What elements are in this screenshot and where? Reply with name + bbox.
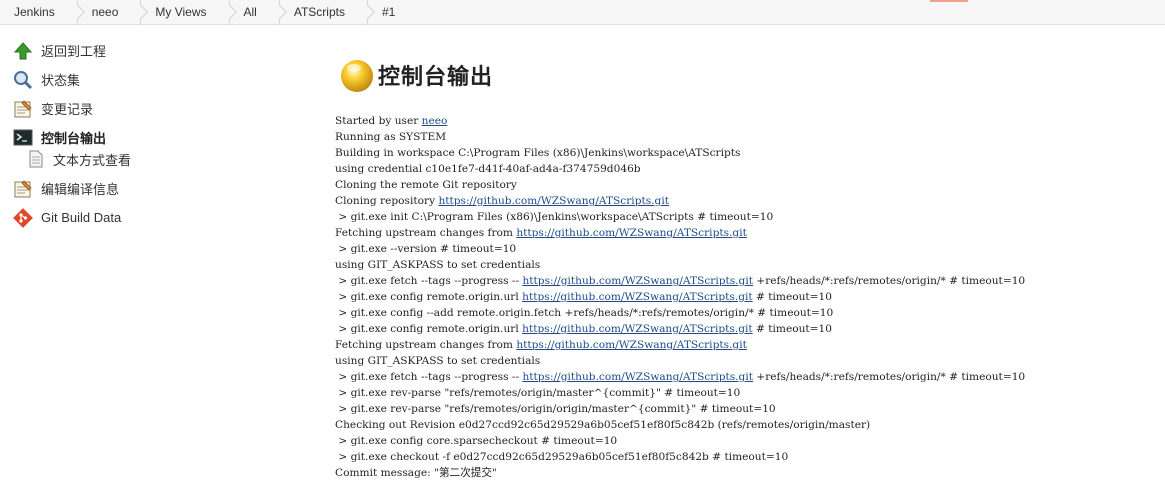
console-text: Building in workspace C:\Program Files (… xyxy=(335,147,741,159)
console-text: > git.exe config --add remote.origin.fet… xyxy=(335,307,834,319)
console-text: Started by user xyxy=(335,115,422,127)
breadcrumb-separator[interactable] xyxy=(140,0,142,25)
yellow-ball-icon xyxy=(339,57,375,93)
task-edit-build-info[interactable]: 编辑编译信息 xyxy=(0,174,260,203)
breadcrumb-separator[interactable] xyxy=(228,0,230,25)
console-link[interactable]: https://github.com/WZSwang/ATScripts.git xyxy=(522,275,753,287)
console-text: > git.exe fetch --tags --progress -- xyxy=(335,371,523,383)
console-link[interactable]: https://github.com/WZSwang/ATScripts.git xyxy=(516,339,747,351)
document-icon xyxy=(28,149,44,169)
console-text: > git.exe config core.sparsecheckout # t… xyxy=(335,435,618,447)
breadcrumb-link-my-views[interactable]: My Views xyxy=(141,5,206,19)
task-git-build-data[interactable]: Git Build Data xyxy=(0,203,260,232)
breadcrumb-separator[interactable] xyxy=(278,0,280,25)
task-label[interactable]: Git Build Data xyxy=(41,210,121,225)
terminal-icon xyxy=(13,128,33,148)
console-text: Running as SYSTEM xyxy=(335,131,447,143)
console-text: Fetching upstream changes from xyxy=(335,339,517,351)
console-text: Cloning repository xyxy=(335,195,439,207)
console-text: > git.exe rev-parse "refs/remotes/origin… xyxy=(335,403,776,415)
task-label[interactable]: 返回到工程 xyxy=(41,41,106,60)
console-link[interactable]: https://github.com/WZSwang/ATScripts.git xyxy=(522,371,753,383)
console-line: > git.exe config --add remote.origin.fet… xyxy=(335,305,1155,321)
console-text: # timeout=10 xyxy=(752,291,833,303)
magnifier-icon xyxy=(13,70,33,90)
task-back-to-project[interactable]: 返回到工程 xyxy=(0,36,260,65)
console-text: > git.exe config remote.origin.url xyxy=(335,323,523,335)
console-line: Started by user neeo xyxy=(335,113,1155,129)
main-panel: 控制台输出 Started by user neeo Running as SYS… xyxy=(335,55,1155,479)
console-text: Cloning the remote Git repository xyxy=(335,179,517,191)
breadcrumb-separator[interactable] xyxy=(76,0,78,25)
console-line: > git.exe config core.sparsecheckout # t… xyxy=(335,433,1155,449)
console-link[interactable]: https://github.com/WZSwang/ATScripts.git xyxy=(522,323,753,335)
breadcrumb-item[interactable]: neeo xyxy=(78,0,142,25)
console-line: Fetching upstream changes from https://g… xyxy=(335,337,1155,353)
console-link[interactable]: https://github.com/WZSwang/ATScripts.git xyxy=(438,195,669,207)
console-text: using GIT_ASKPASS to set credentials xyxy=(335,259,541,271)
task-label[interactable]: 编辑编译信息 xyxy=(41,179,119,198)
console-text: > git.exe --version # timeout=10 xyxy=(335,243,517,255)
side-panel: 返回到工程 状态集 变更记录 控制台输出 文本方式查看 编辑编译信息 Git B… xyxy=(0,36,260,232)
task-label[interactable]: 变更记录 xyxy=(41,99,93,118)
console-text: > git.exe init C:\Program Files (x86)\Je… xyxy=(335,211,774,223)
page-heading: 控制台输出 xyxy=(339,55,1155,95)
console-line: Fetching upstream changes from https://g… xyxy=(335,225,1155,241)
console-line: > git.exe init C:\Program Files (x86)\Je… xyxy=(335,209,1155,225)
console-line: > git.exe config remote.origin.url https… xyxy=(335,321,1155,337)
breadcrumb-item[interactable]: All xyxy=(230,0,280,25)
console-line: > git.exe rev-parse "refs/remotes/origin… xyxy=(335,385,1155,401)
git-icon xyxy=(13,207,33,228)
console-text: Checking out Revision e0d27ccd92c65d2952… xyxy=(335,419,871,431)
console-link[interactable]: https://github.com/WZSwang/ATScripts.git xyxy=(516,227,747,239)
console-line: using credential c10e1fe7-d41f-40af-ad4a… xyxy=(335,161,1155,177)
breadcrumb-accent-line xyxy=(930,0,968,2)
console-line: > git.exe checkout -f e0d27ccd92c65d2952… xyxy=(335,449,1155,465)
task-status[interactable]: 状态集 xyxy=(0,65,260,94)
console-text: +refs/heads/*:refs/remotes/origin/* # ti… xyxy=(752,371,1026,383)
console-text: > git.exe fetch --tags --progress -- xyxy=(335,275,523,287)
breadcrumb-item[interactable]: Jenkins xyxy=(0,0,78,25)
console-line: Checking out Revision e0d27ccd92c65d2952… xyxy=(335,417,1155,433)
task-label[interactable]: 状态集 xyxy=(41,70,80,89)
console-output: Started by user neeo Running as SYSTEM Bui… xyxy=(335,113,1155,481)
console-line: using GIT_ASKPASS to set credentials xyxy=(335,257,1155,273)
console-text: Fetching upstream changes from xyxy=(335,227,517,239)
console-text: > git.exe config remote.origin.url xyxy=(335,291,523,303)
breadcrumb: Jenkins neeo My Views All ATScripts #1 xyxy=(0,0,1165,25)
console-line: Cloning repository https://github.com/WZ… xyxy=(335,193,1155,209)
console-text: # timeout=10 xyxy=(752,323,833,335)
task-changes[interactable]: 变更记录 xyxy=(0,94,260,123)
console-line: > git.exe fetch --tags --progress -- htt… xyxy=(335,273,1155,289)
console-text: using credential c10e1fe7-d41f-40af-ad4a… xyxy=(335,163,641,175)
console-line: Running as SYSTEM xyxy=(335,129,1155,145)
console-line: > git.exe --version # timeout=10 xyxy=(335,241,1155,257)
breadcrumb-separator[interactable] xyxy=(366,0,368,25)
console-line: > git.exe config remote.origin.url https… xyxy=(335,289,1155,305)
breadcrumb-item[interactable]: ATScripts xyxy=(280,0,368,25)
console-link[interactable]: https://github.com/WZSwang/ATScripts.git xyxy=(522,291,753,303)
notepad-icon xyxy=(13,99,33,119)
console-line: > git.exe rev-parse "refs/remotes/origin… xyxy=(335,401,1155,417)
console-link[interactable]: neeo xyxy=(422,115,448,127)
console-text: > git.exe rev-parse "refs/remotes/origin… xyxy=(335,387,741,399)
breadcrumb-link-job[interactable]: ATScripts xyxy=(280,5,345,19)
console-text: +refs/heads/*:refs/remotes/origin/* # ti… xyxy=(752,275,1026,287)
breadcrumb-link-jenkins[interactable]: Jenkins xyxy=(0,5,55,19)
notepad-icon xyxy=(13,179,33,199)
console-line: Cloning the remote Git repository xyxy=(335,177,1155,193)
console-text: > git.exe checkout -f e0d27ccd92c65d2952… xyxy=(335,451,789,463)
task-view-as-plain-text[interactable]: 文本方式查看 xyxy=(0,148,260,170)
console-line: Commit message: "第二次提交" xyxy=(335,465,1155,481)
console-text: using GIT_ASKPASS to set credentials xyxy=(335,355,541,367)
up-arrow-icon xyxy=(13,41,33,61)
console-line: Building in workspace C:\Program Files (… xyxy=(335,145,1155,161)
breadcrumb-item[interactable]: My Views xyxy=(141,0,230,25)
task-label[interactable]: 控制台输出 xyxy=(41,128,106,147)
console-line: > git.exe fetch --tags --progress -- htt… xyxy=(335,369,1155,385)
page-title: 控制台输出 xyxy=(378,65,494,90)
console-text: Commit message: "第二次提交" xyxy=(335,467,497,479)
console-line: using GIT_ASKPASS to set credentials xyxy=(335,353,1155,369)
task-label[interactable]: 文本方式查看 xyxy=(53,150,131,169)
